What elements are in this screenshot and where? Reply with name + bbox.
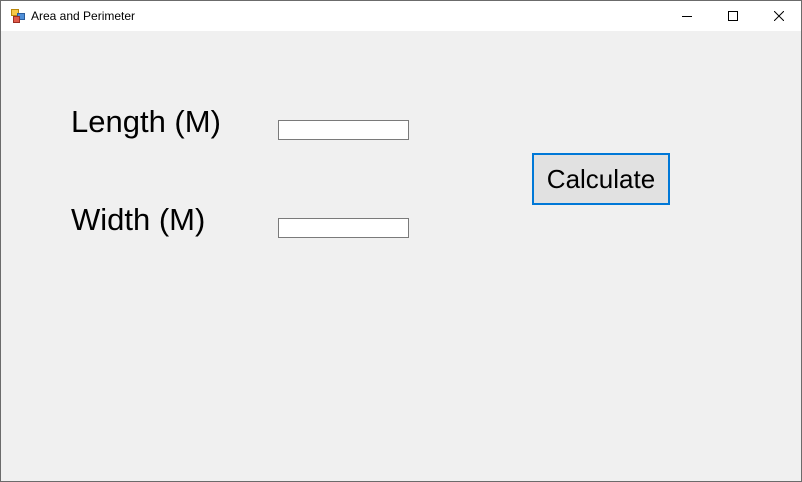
- length-label: Length (M): [71, 104, 221, 139]
- length-input[interactable]: [278, 120, 409, 140]
- calculate-button[interactable]: Calculate: [532, 153, 670, 205]
- window-title: Area and Perimeter: [31, 9, 136, 23]
- maximize-icon: [728, 11, 738, 21]
- title-bar[interactable]: Area and Perimeter: [1, 1, 801, 31]
- width-label: Width (M): [71, 202, 206, 237]
- minimize-icon: [682, 16, 692, 17]
- app-window: Area and Perimeter Length (M) Width (M) …: [0, 0, 802, 482]
- form-client-area: Length (M) Width (M) Calculate: [1, 31, 801, 481]
- maximize-button[interactable]: [710, 1, 756, 31]
- app-icon: [11, 9, 25, 23]
- close-button[interactable]: [756, 1, 802, 31]
- width-input[interactable]: [278, 218, 409, 238]
- close-icon: [774, 11, 784, 21]
- minimize-button[interactable]: [664, 1, 710, 31]
